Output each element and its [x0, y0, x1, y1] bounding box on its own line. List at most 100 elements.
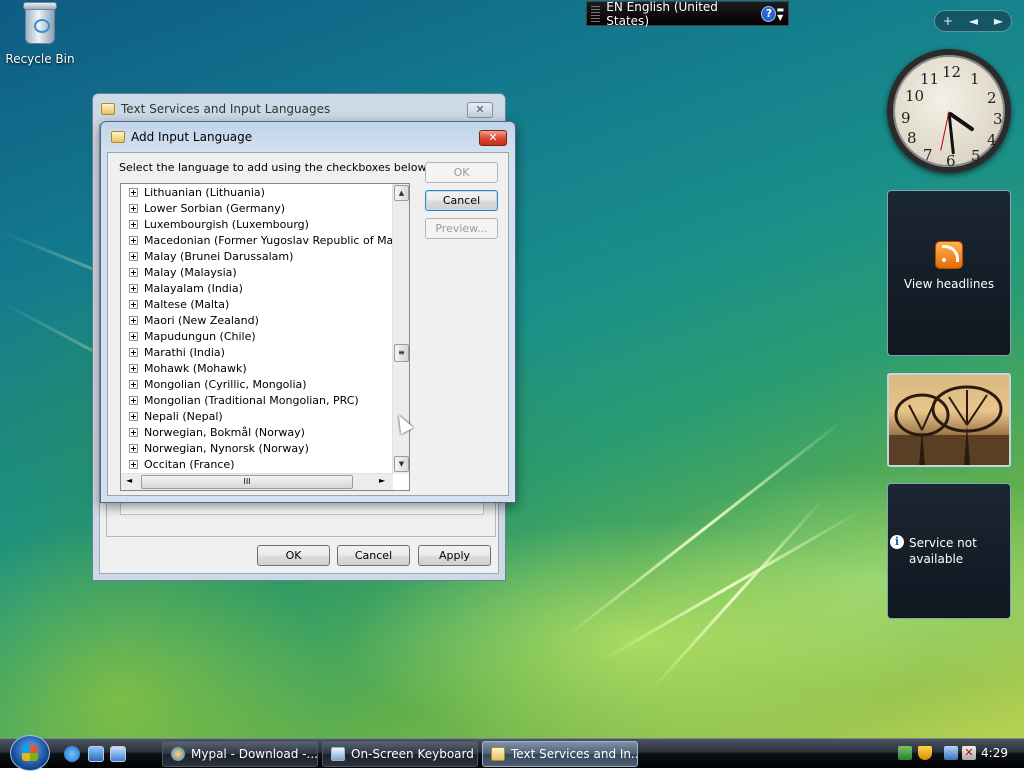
language-tree-item[interactable]: Occitan (France)	[121, 456, 235, 472]
view-headlines-label[interactable]: View headlines	[888, 277, 1010, 291]
next-icon[interactable]: ►	[994, 14, 1003, 28]
security-shield-icon[interactable]	[918, 746, 932, 760]
expand-icon[interactable]	[129, 267, 138, 277]
apply-button[interactable]: Apply	[418, 545, 491, 566]
keyboard-icon	[331, 747, 345, 761]
horizontal-scroll-thumb[interactable]: III	[141, 475, 353, 489]
expand-icon[interactable]	[129, 187, 138, 197]
clock-gadget[interactable]: 12 1 2 3 4 5 6 7 8 9 10 11	[887, 49, 1011, 173]
expand-icon[interactable]	[129, 331, 138, 341]
dialog-titlebar[interactable]: Add Input Language	[101, 122, 515, 152]
expand-icon[interactable]	[129, 459, 138, 469]
language-indicator[interactable]: EN English (United States)	[606, 0, 753, 28]
language-tree-item[interactable]: Mongolian (Traditional Mongolian, PRC)	[121, 392, 359, 408]
language-tree-item[interactable]: Norwegian, Bokmål (Norway)	[121, 424, 305, 440]
dialog-title: Add Input Language	[131, 130, 253, 144]
clock-number: 8	[907, 129, 917, 147]
feed-headlines-gadget[interactable]: View headlines	[887, 190, 1011, 356]
language-bar[interactable]: EN English (United States) ? ▬ ▼	[586, 0, 789, 28]
expand-icon[interactable]	[129, 299, 138, 309]
language-tree-item[interactable]: Marathi (India)	[121, 344, 225, 360]
taskbar: Mypal - Download -... On-Screen Keyboard…	[0, 735, 1024, 771]
recycle-bin-label: Recycle Bin	[5, 52, 75, 66]
scroll-down-button[interactable]: ▼	[394, 456, 409, 472]
weather-gadget[interactable]: i Service not available	[887, 483, 1011, 619]
clock-number: 11	[920, 70, 940, 88]
tree-photo-image	[889, 385, 1009, 465]
cancel-button[interactable]: Cancel	[337, 545, 410, 566]
language-tree-item[interactable]: Norwegian, Nynorsk (Norway)	[121, 440, 309, 456]
clock-number: 9	[901, 109, 911, 127]
clock-second-hand	[940, 111, 950, 151]
clock-number: 12	[942, 63, 962, 81]
ok-button[interactable]: OK	[425, 162, 498, 183]
recycle-bin-icon	[23, 2, 57, 44]
expand-icon[interactable]	[129, 379, 138, 389]
expand-icon[interactable]	[129, 443, 138, 453]
language-bar-options-icon[interactable]: ▬ ▼	[776, 5, 784, 22]
text-services-icon	[491, 747, 505, 761]
instruction-text: Select the language to add using the che…	[119, 161, 429, 174]
add-input-language-dialog[interactable]: Add Input Language ✕ Select the language…	[100, 121, 516, 503]
window-title: Text Services and Input Languages	[121, 102, 331, 116]
internet-explorer-icon[interactable]	[64, 746, 80, 762]
show-desktop-icon[interactable]	[88, 746, 104, 762]
close-button[interactable]: ✕	[467, 102, 493, 118]
close-button[interactable]: ✕	[479, 130, 507, 146]
preview-button[interactable]: Preview...	[425, 218, 498, 239]
language-tree-item[interactable]: Maori (New Zealand)	[121, 312, 259, 328]
ok-button[interactable]: OK	[257, 545, 330, 566]
scroll-up-button[interactable]: ▲	[394, 185, 409, 201]
language-tree-item[interactable]: Malay (Malaysia)	[121, 264, 237, 280]
expand-icon[interactable]	[129, 395, 138, 405]
scroll-right-button[interactable]: ►	[379, 476, 385, 485]
clock-number: 4	[987, 131, 997, 149]
previous-icon[interactable]: ◄	[969, 14, 978, 28]
recycle-bin-shortcut[interactable]: Recycle Bin	[4, 2, 76, 66]
help-icon[interactable]: ?	[761, 5, 777, 22]
taskbar-clock[interactable]: 4:29	[981, 746, 1008, 760]
scroll-left-button[interactable]: ◄	[126, 476, 132, 485]
slideshow-gadget[interactable]	[887, 373, 1011, 467]
clock-number: 10	[905, 87, 925, 105]
language-tree-item[interactable]: Mapudungun (Chile)	[121, 328, 256, 344]
language-tree-item[interactable]: Mongolian (Cyrillic, Mongolia)	[121, 376, 307, 392]
language-tree-item[interactable]: Nepali (Nepal)	[121, 408, 223, 424]
clock-number: 5	[971, 147, 981, 165]
taskbar-button-text-services[interactable]: Text Services and In...	[482, 741, 638, 767]
language-tree-item[interactable]: Lower Sorbian (Germany)	[121, 200, 285, 216]
add-gadget-icon[interactable]: +	[943, 14, 953, 28]
expand-icon[interactable]	[129, 347, 138, 357]
language-tree[interactable]: Lithuanian (Lithuania) Lower Sorbian (Ge…	[120, 183, 410, 491]
volume-muted-icon[interactable]: ✕	[962, 746, 976, 760]
horizontal-scrollbar[interactable]: ◄ III ►	[121, 473, 393, 490]
network-icon[interactable]	[898, 746, 912, 760]
language-tree-item[interactable]: Lithuanian (Lithuania)	[121, 184, 265, 200]
taskbar-button-on-screen-keyboard[interactable]: On-Screen Keyboard	[322, 741, 478, 767]
language-tree-item[interactable]: Malay (Brunei Darussalam)	[121, 248, 293, 264]
expand-icon[interactable]	[129, 411, 138, 421]
taskbar-button-mypal[interactable]: Mypal - Download -...	[162, 741, 318, 767]
expand-icon[interactable]	[129, 235, 138, 245]
expand-icon[interactable]	[129, 283, 138, 293]
language-tree-item[interactable]: Macedonian (Former Yugoslav Republic of …	[121, 232, 409, 248]
expand-icon[interactable]	[129, 203, 138, 213]
expand-icon[interactable]	[129, 363, 138, 373]
display-icon[interactable]	[944, 746, 958, 760]
language-tree-item[interactable]: Maltese (Malta)	[121, 296, 229, 312]
language-tree-item[interactable]: Mohawk (Mohawk)	[121, 360, 247, 376]
expand-icon[interactable]	[129, 427, 138, 437]
grip-icon[interactable]	[591, 5, 601, 22]
wallpaper-streak	[648, 497, 826, 693]
cancel-button[interactable]: Cancel	[425, 190, 498, 211]
text-services-titlebar[interactable]: Text Services and Input Languages	[93, 94, 505, 124]
start-button[interactable]	[10, 735, 50, 771]
expand-icon[interactable]	[129, 251, 138, 261]
wallpaper-streak	[599, 510, 861, 663]
language-tree-item[interactable]: Luxembourgish (Luxembourg)	[121, 216, 309, 232]
switch-windows-icon[interactable]	[110, 746, 126, 762]
vertical-scroll-thumb[interactable]: ≡	[394, 344, 409, 362]
expand-icon[interactable]	[129, 219, 138, 229]
expand-icon[interactable]	[129, 315, 138, 325]
language-tree-item[interactable]: Malayalam (India)	[121, 280, 243, 296]
